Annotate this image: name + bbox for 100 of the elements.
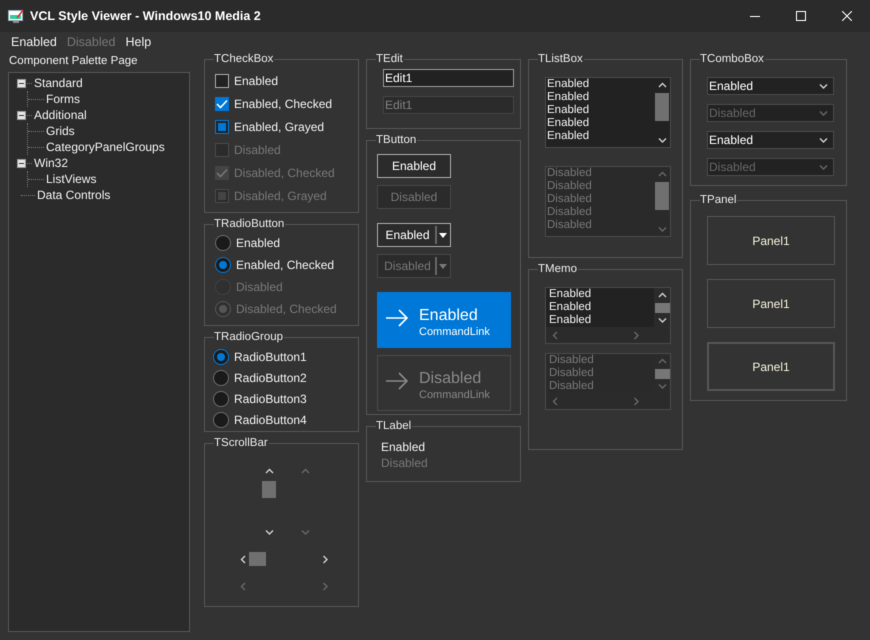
group-title: TEdit xyxy=(376,53,404,65)
button[interactable]: Enabled xyxy=(377,154,451,178)
scrollbar-thumb[interactable] xyxy=(655,93,669,121)
collapse-icon[interactable] xyxy=(17,158,26,168)
list-item[interactable]: Enabled xyxy=(547,130,654,143)
chevron-right-icon xyxy=(322,554,329,564)
group-title: TRadioButton xyxy=(214,218,286,230)
tree-item[interactable]: CategoryPanelGroups xyxy=(46,140,165,154)
chevron-left-icon xyxy=(240,554,247,564)
square-icon xyxy=(218,192,226,200)
group-title: TButton xyxy=(376,134,418,146)
arrow-right-icon xyxy=(385,309,409,327)
radio-label: Enabled, Checked xyxy=(236,258,334,272)
label-text: Enabled xyxy=(381,439,426,455)
text-field[interactable]: Edit1 xyxy=(383,69,514,87)
chevron-down-icon xyxy=(658,226,666,233)
chevron-right-icon xyxy=(633,396,640,406)
tree-item[interactable]: Forms xyxy=(46,92,80,106)
chevron-down-icon xyxy=(819,82,828,90)
scrollbar-thumb[interactable] xyxy=(262,481,276,498)
group-title: TComboBox xyxy=(700,53,765,65)
caret-icon xyxy=(439,232,447,238)
scrollbar-thumb[interactable] xyxy=(654,303,670,313)
collapse-icon[interactable] xyxy=(17,78,26,88)
radio-button[interactable] xyxy=(213,370,229,386)
command-link-button[interactable]: Enabled CommandLink xyxy=(377,292,511,348)
group-title: TScrollBar xyxy=(214,437,269,449)
checkbox-label: Enabled, Checked xyxy=(234,96,332,110)
tree-item[interactable]: Data Controls xyxy=(37,188,110,202)
radio-label: Disabled, Checked xyxy=(236,302,337,316)
tree-item[interactable]: Additional xyxy=(34,108,87,122)
checkbox[interactable] xyxy=(215,120,229,134)
square-icon xyxy=(218,122,226,130)
memo-text: Enabled Enabled Enabled xyxy=(548,288,592,327)
chevron-down-icon xyxy=(819,136,828,144)
chevron-left-icon xyxy=(552,330,559,340)
checkmark-icon xyxy=(216,168,228,178)
radio-button[interactable] xyxy=(213,390,229,406)
menu-item[interactable]: Enabled xyxy=(6,35,62,49)
chevron-up-icon xyxy=(658,82,666,89)
checkbox-label: Enabled, Grayed xyxy=(234,120,324,134)
close-icon xyxy=(842,11,852,21)
radio-button[interactable] xyxy=(215,235,231,251)
scrollbar-thumb[interactable] xyxy=(249,552,266,566)
tree-item[interactable]: Grids xyxy=(46,124,75,138)
memo-field[interactable]: Enabled Enabled Enabled xyxy=(545,287,671,344)
palette-label: Component Palette Page xyxy=(9,54,139,69)
checkbox[interactable] xyxy=(215,74,229,88)
group-title: TRadioGroup xyxy=(214,331,284,343)
chevron-down-icon xyxy=(658,137,666,144)
checkbox-label: Disabled, Checked xyxy=(234,166,335,180)
chevron-left-icon xyxy=(240,582,247,590)
caret-icon xyxy=(439,264,447,268)
chevron-left-icon xyxy=(552,396,559,406)
list-item[interactable]: Enabled xyxy=(547,78,654,91)
list-box[interactable]: Enabled Enabled Enabled Enabled Enabled xyxy=(545,77,671,148)
chevron-down-icon xyxy=(658,317,666,324)
chevron-up-icon xyxy=(264,468,274,475)
scrollbar-thumb[interactable] xyxy=(654,369,670,379)
radio-label: Enabled xyxy=(236,236,280,250)
tree-item[interactable]: Win32 xyxy=(34,156,68,170)
group-title: TPanel xyxy=(700,194,738,206)
chevron-down-icon xyxy=(819,164,828,170)
panel: Panel1 xyxy=(707,279,835,328)
radio-label: Disabled xyxy=(236,280,283,294)
list-item[interactable]: Enabled xyxy=(547,104,654,117)
maximize-icon xyxy=(796,11,806,21)
group-title: TLabel xyxy=(376,420,412,432)
scrollbar[interactable] xyxy=(654,288,670,327)
tree-item[interactable]: Standard xyxy=(34,76,83,90)
chevron-right-icon xyxy=(633,330,640,340)
split-button[interactable]: Enabled xyxy=(377,223,451,247)
group-title: TCheckBox xyxy=(214,53,274,65)
radio-button[interactable] xyxy=(213,348,229,364)
group-title: TListBox xyxy=(538,53,584,65)
list-item[interactable]: Enabled xyxy=(547,117,654,130)
tree-item[interactable]: ListViews xyxy=(46,172,96,186)
panel: Panel1 xyxy=(707,216,835,265)
radio-button[interactable] xyxy=(215,257,231,273)
collapse-icon[interactable] xyxy=(17,110,26,120)
app-icon xyxy=(8,9,24,23)
checkbox-label: Enabled xyxy=(234,74,278,88)
chevron-up-icon xyxy=(658,292,666,299)
dropdown[interactable]: Enabled xyxy=(707,131,834,149)
radio-label: RadioButton2 xyxy=(234,370,307,384)
radio-label: RadioButton1 xyxy=(234,350,307,364)
group-title: TMemo xyxy=(538,263,578,275)
checkbox[interactable] xyxy=(215,96,229,110)
label-text: Disabled xyxy=(381,455,429,471)
chevron-down-icon xyxy=(264,529,274,536)
chevron-down-icon xyxy=(300,529,310,536)
menu-item[interactable]: Help xyxy=(120,35,156,49)
dropdown[interactable]: Enabled xyxy=(707,77,834,95)
checkbox-label: Disabled, Grayed xyxy=(234,188,327,202)
radio-label: RadioButton4 xyxy=(234,412,307,426)
chevron-up-icon xyxy=(658,171,666,178)
window-title: VCL Style Viewer - Windows10 Media 2 xyxy=(30,9,262,23)
radio-button[interactable] xyxy=(213,412,229,428)
chevron-down-icon xyxy=(819,110,828,116)
list-item[interactable]: Enabled xyxy=(547,91,654,104)
